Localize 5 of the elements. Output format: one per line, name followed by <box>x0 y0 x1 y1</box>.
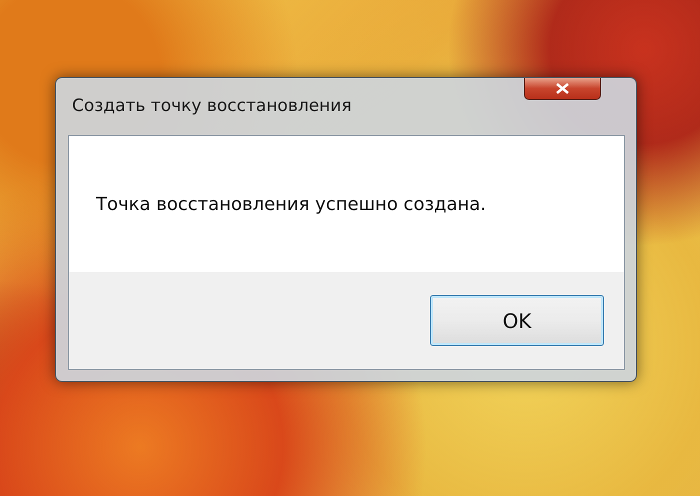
close-icon <box>556 83 569 94</box>
close-button[interactable] <box>524 78 601 100</box>
message-text: Точка восстановления успешно создана. <box>96 192 486 216</box>
window-title: Создать точку восстановления <box>71 94 352 118</box>
ok-button[interactable]: OK <box>430 295 604 346</box>
